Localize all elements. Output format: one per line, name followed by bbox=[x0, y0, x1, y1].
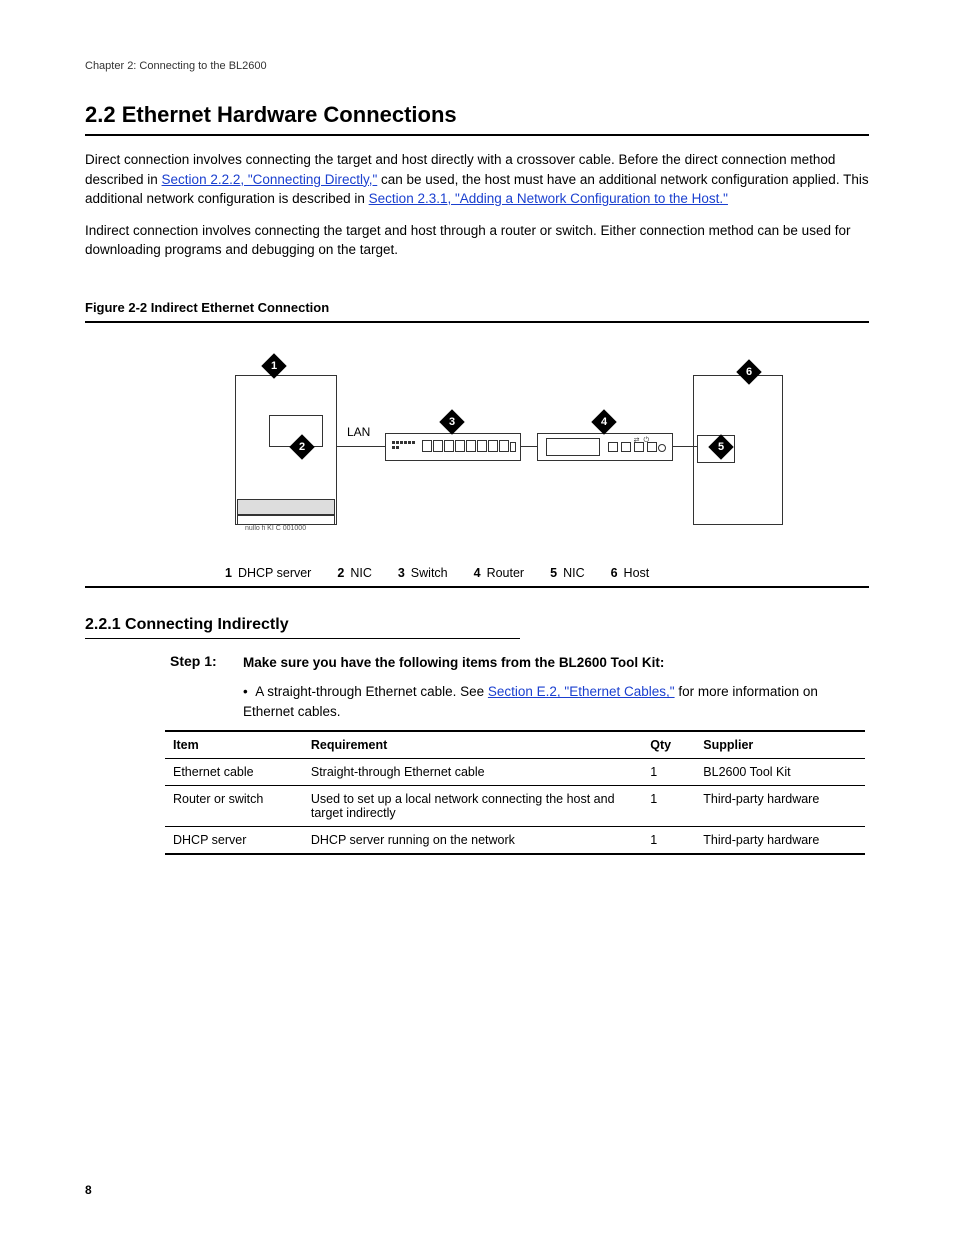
figure-legend: 1DHCP server 2NIC 3Switch 4Router 5NIC 6… bbox=[225, 566, 869, 580]
server-base2-icon bbox=[237, 515, 335, 525]
subsection-rule bbox=[85, 638, 520, 639]
th-supplier: Supplier bbox=[695, 731, 865, 759]
section-title: 2.2 Ethernet Hardware Connections bbox=[85, 102, 869, 128]
legend-item: 1DHCP server bbox=[225, 566, 311, 580]
body-para-1: Direct connection involves connecting th… bbox=[85, 150, 869, 209]
legend-item: 4Router bbox=[474, 566, 524, 580]
para1-link-1[interactable]: Section 2.2.2, "Connecting Directly," bbox=[162, 172, 378, 187]
chapter-header: Chapter 2: Connecting to the BL2600 bbox=[85, 60, 869, 72]
cable-icon bbox=[673, 446, 697, 447]
table-row: DHCP server DHCP server running on the n… bbox=[165, 826, 865, 854]
legend-item: 6Host bbox=[611, 566, 650, 580]
requirements-table: Item Requirement Qty Supplier Ethernet c… bbox=[165, 730, 865, 855]
figure-diagram: nullo fi KI C 001000 ⇄ ⏻ LAN 1 2 3 4 5 6 bbox=[225, 341, 785, 546]
step-label: Step 1: bbox=[170, 653, 217, 669]
section-rule bbox=[85, 134, 869, 136]
legend-item: 2NIC bbox=[337, 566, 371, 580]
th-qty: Qty bbox=[642, 731, 695, 759]
body-para-2: Indirect connection involves connecting … bbox=[85, 221, 869, 260]
th-requirement: Requirement bbox=[303, 731, 642, 759]
bullet-link[interactable]: Section E.2, "Ethernet Cables," bbox=[488, 684, 675, 699]
figure-top-rule bbox=[85, 321, 869, 323]
step-bullet: • A straight-through Ethernet cable. See… bbox=[243, 682, 869, 721]
step-lead: Make sure you have the following items f… bbox=[243, 655, 664, 670]
page-number: 8 bbox=[85, 1183, 92, 1197]
switch-icon bbox=[385, 433, 521, 461]
figure-bottom-rule bbox=[85, 586, 869, 588]
router-glyphs-icon: ⇄ ⏻ bbox=[634, 436, 650, 445]
server-base-icon bbox=[237, 499, 335, 515]
legend-item: 5NIC bbox=[550, 566, 584, 580]
lan-label: LAN bbox=[347, 425, 370, 439]
callout-3-icon: 3 bbox=[439, 409, 464, 434]
bullet-text-a: A straight-through Ethernet cable. See bbox=[255, 684, 488, 699]
subsection-title: 2.2.1 Connecting Indirectly bbox=[85, 616, 869, 634]
para1-link-2[interactable]: Section 2.3.1, "Adding a Network Configu… bbox=[369, 191, 728, 206]
figure-caption: Figure 2-2 Indirect Ethernet Connection bbox=[85, 300, 869, 315]
cable-icon bbox=[337, 446, 385, 447]
th-item: Item bbox=[165, 731, 303, 759]
step-block: Step 1: Make sure you have the following… bbox=[85, 653, 869, 673]
router-icon: ⇄ ⏻ bbox=[537, 433, 673, 461]
table-row: Router or switch Used to set up a local … bbox=[165, 785, 865, 826]
callout-4-icon: 4 bbox=[591, 409, 616, 434]
legend-item: 3Switch bbox=[398, 566, 448, 580]
table-row: Ethernet cable Straight-through Ethernet… bbox=[165, 758, 865, 785]
cable-icon bbox=[521, 446, 537, 447]
server-foot-label: nullo fi KI C 001000 bbox=[245, 525, 306, 532]
